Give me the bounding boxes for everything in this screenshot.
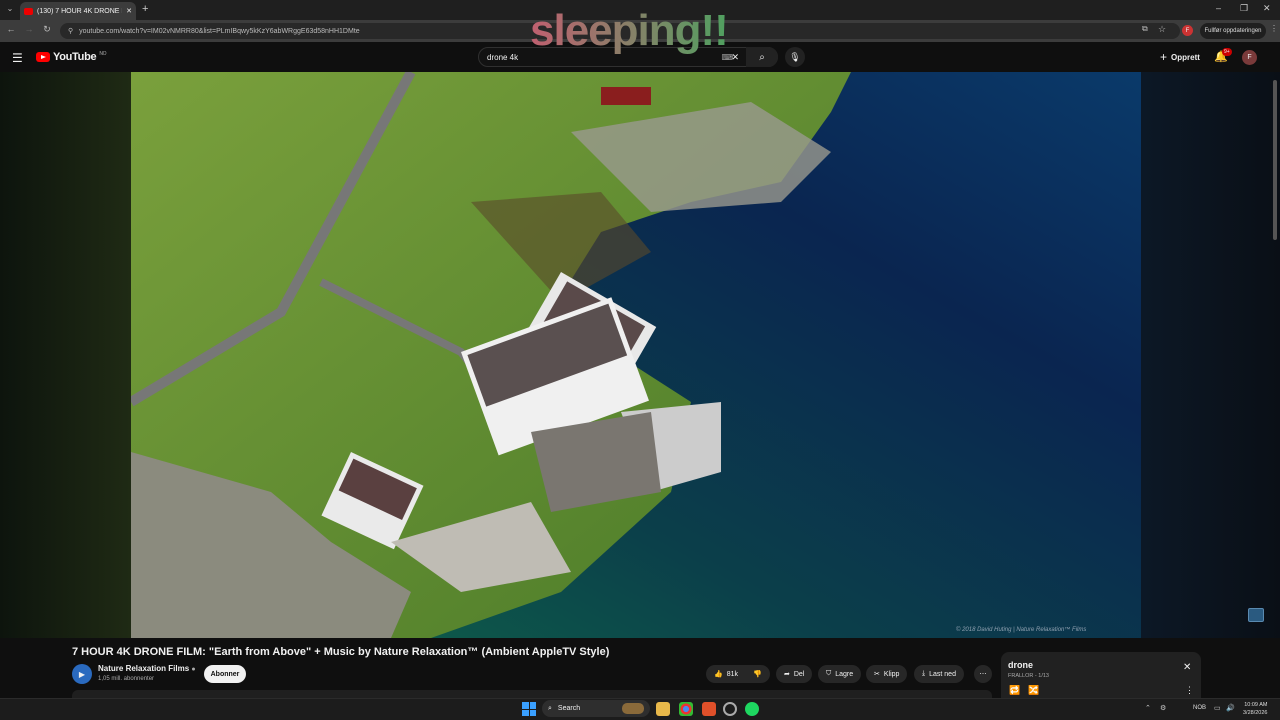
- subscriber-count: 1,05 mill. abonnenter: [98, 676, 155, 682]
- download-icon: ⤓: [922, 670, 926, 677]
- like-count: 81k: [726, 670, 739, 678]
- network-icon[interactable]: ▭: [1214, 704, 1221, 712]
- channel-name: Nature Relaxation Films: [98, 664, 190, 673]
- hamburger-menu-icon[interactable]: ☰: [12, 51, 23, 65]
- taskbar-search-icon: ⌕: [548, 704, 552, 712]
- video-frame-aerial-image: © 2018 David Huting | Nature Relaxation™…: [131, 72, 1141, 638]
- logo-text: YouTube: [53, 51, 97, 63]
- verified-check-icon: ●: [191, 666, 196, 673]
- language-indicator[interactable]: NOB: [1193, 705, 1206, 711]
- forward-arrow-icon[interactable]: →: [22, 24, 36, 34]
- channel-watermark-icon[interactable]: [1248, 608, 1264, 622]
- share-arrow-icon: ➦: [784, 671, 790, 678]
- thumbs-up-icon: 👍: [714, 671, 723, 678]
- url-text: youtube.com/watch?v=IM02vNMRR80&list=PLm…: [79, 27, 360, 35]
- subscribe-button[interactable]: Abonner: [204, 665, 246, 683]
- search-highlight-icon: [622, 703, 644, 714]
- like-dislike-group: 👍 81k 👎: [706, 665, 770, 683]
- region-code: NO: [99, 51, 107, 57]
- volume-icon[interactable]: 🔊: [1226, 704, 1235, 712]
- browser-profile-avatar[interactable]: F: [1182, 25, 1193, 36]
- bookmark-icon: ⛉: [826, 670, 832, 677]
- channel-name-row[interactable]: Nature Relaxation Films ●: [98, 664, 196, 673]
- update-browser-button[interactable]: Fullfør oppdateringen: [1200, 23, 1266, 39]
- description-box[interactable]: [72, 690, 992, 698]
- youtube-avatar[interactable]: F: [1242, 50, 1257, 65]
- tray-chevron-icon[interactable]: ⌃: [1145, 704, 1151, 712]
- plus-icon: +: [1160, 50, 1168, 64]
- create-label: Opprett: [1171, 52, 1200, 62]
- ambient-left: [0, 72, 131, 638]
- notification-badge: 9+: [1222, 48, 1232, 56]
- playlist-close-icon[interactable]: ✕: [1183, 662, 1191, 673]
- taskbar-search-label: Search: [557, 705, 581, 712]
- clock-app-icon[interactable]: [723, 702, 737, 716]
- save-label: Lagre: [835, 670, 854, 678]
- install-app-icon[interactable]: ⧉: [1142, 24, 1148, 34]
- microphone-icon: 🎙: [789, 51, 801, 62]
- browser-menu-icon[interactable]: ⋮: [1270, 24, 1278, 33]
- channel-logo-icon: ▶: [78, 669, 86, 679]
- shuffle-icon[interactable]: 🔀: [1028, 685, 1039, 696]
- reload-icon[interactable]: ↻: [40, 24, 54, 35]
- watermark-text: © 2018 David Huting | Nature Relaxation™…: [956, 626, 1086, 633]
- tab-close-icon[interactable]: ✕: [126, 7, 132, 15]
- clear-search-icon[interactable]: ✕: [731, 52, 739, 63]
- share-button[interactable]: ➦ Del: [776, 665, 813, 683]
- scissors-icon: ✂: [874, 671, 880, 678]
- spotify-icon[interactable]: [745, 702, 759, 716]
- playlist-panel: drone FRALLOR - 1/13 ✕ 🔁 🔀 ⋮: [1001, 652, 1201, 702]
- dislike-button[interactable]: 👎: [753, 670, 762, 678]
- windows-start-icon[interactable]: [522, 702, 536, 716]
- maximize-icon[interactable]: ❐: [1240, 3, 1248, 14]
- search-icon: ⌕: [759, 51, 765, 63]
- back-arrow-icon[interactable]: ←: [4, 24, 18, 34]
- download-label: Last ned: [929, 670, 956, 678]
- playlist-title[interactable]: drone: [1008, 660, 1033, 670]
- video-watermark: © 2018 David Huting | Nature Relaxation™…: [956, 626, 1086, 633]
- minimize-icon[interactable]: –: [1216, 3, 1221, 13]
- channel-avatar[interactable]: ▶: [72, 664, 92, 684]
- save-button[interactable]: ⛉ Lagre: [818, 665, 862, 683]
- bookmark-star-icon[interactable]: ☆: [1158, 24, 1166, 35]
- search-button[interactable]: ⌕: [746, 47, 778, 67]
- window-close-icon[interactable]: ✕: [1263, 3, 1271, 14]
- tab-title: (130) 7 HOUR 4K DRONE FILM: [37, 7, 122, 15]
- youtube-play-logo-icon: [36, 52, 50, 62]
- video-title: 7 HOUR 4K DRONE FILM: "Earth from Above"…: [72, 646, 610, 658]
- clip-label: Klipp: [883, 670, 900, 678]
- download-button[interactable]: ⤓ Last ned: [914, 665, 964, 683]
- voice-search-button[interactable]: 🎙: [785, 47, 805, 67]
- browser-tab-active[interactable]: (130) 7 HOUR 4K DRONE FILM ✕: [20, 2, 136, 20]
- site-info-icon[interactable]: ⚲: [68, 27, 73, 35]
- loop-icon[interactable]: 🔁: [1009, 685, 1020, 696]
- taskbar-search[interactable]: ⌕ Search: [542, 700, 650, 717]
- more-actions-button[interactable]: ⋯: [974, 665, 992, 683]
- more-dots-icon: ⋯: [979, 671, 987, 678]
- overlay-text: sleeping!!: [530, 6, 729, 55]
- create-button[interactable]: + Opprett: [1160, 50, 1200, 64]
- brave-icon[interactable]: [702, 702, 716, 716]
- youtube-favicon-icon: [24, 7, 33, 15]
- playlist-position: FRALLOR - 1/13: [1008, 673, 1049, 679]
- tab-menu-chevron-icon[interactable]: ⌄: [4, 4, 16, 16]
- share-label: Del: [793, 670, 805, 678]
- video-player[interactable]: © 2018 David Huting | Nature Relaxation™…: [131, 72, 1141, 638]
- chrome-icon[interactable]: [679, 702, 693, 716]
- clip-button[interactable]: ✂ Klipp: [866, 665, 908, 683]
- youtube-logo[interactable]: YouTube NO: [36, 51, 107, 63]
- thumbs-down-icon: 👎: [753, 671, 762, 678]
- new-tab-plus-icon[interactable]: +: [142, 3, 148, 15]
- clock-date: 3/28/2026: [1243, 710, 1268, 716]
- ambient-right: [1141, 72, 1280, 638]
- page-scrollbar[interactable]: [1273, 80, 1277, 240]
- clock-time: 10:09 AM: [1244, 702, 1268, 708]
- search-query: drone 4k: [487, 52, 519, 62]
- clock[interactable]: 10:09 AM 3/28/2026: [1243, 701, 1267, 717]
- like-button[interactable]: 👍 81k: [714, 670, 739, 679]
- file-explorer-icon[interactable]: [656, 702, 670, 716]
- tray-settings-icon[interactable]: ⚙: [1160, 704, 1166, 712]
- playlist-more-icon[interactable]: ⋮: [1185, 685, 1194, 696]
